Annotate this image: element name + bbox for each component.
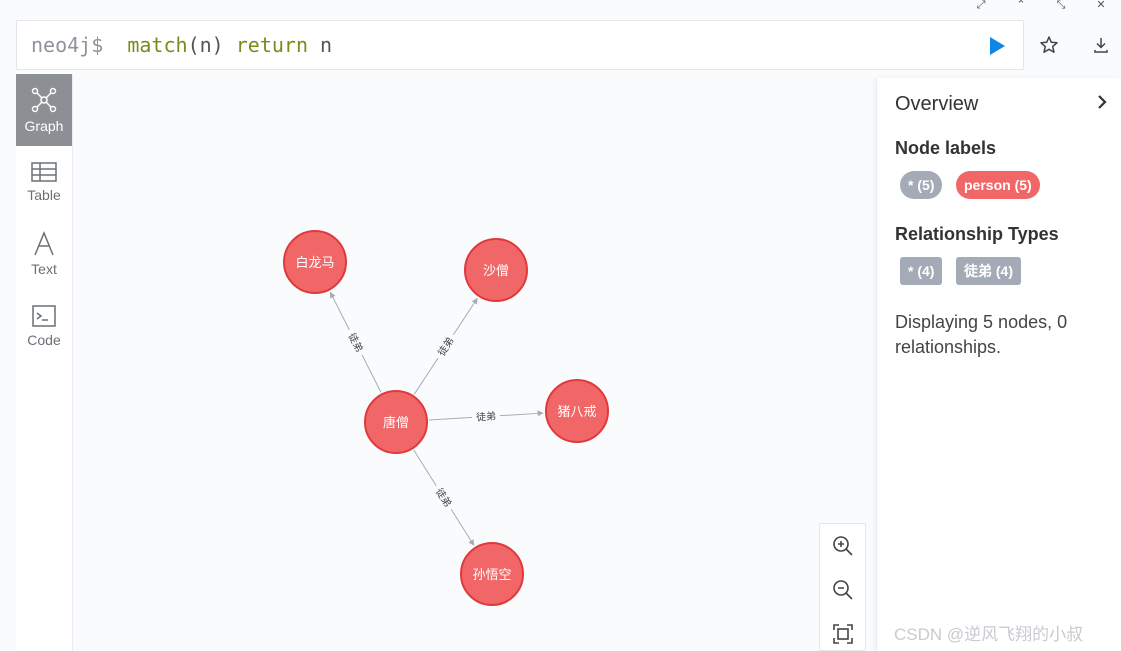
view-tab-label: Graph — [24, 118, 64, 134]
view-tab-code[interactable]: Code — [16, 290, 72, 362]
graph-node[interactable]: 沙僧 — [464, 238, 528, 302]
query-keyword-match: match — [127, 33, 188, 57]
relationship-label: 徒弟 — [435, 334, 457, 358]
node-label: 猪八戒 — [557, 405, 596, 420]
zoom-out-icon — [832, 580, 853, 600]
pin-icon[interactable]: ⤢ — [961, 0, 1001, 14]
relationship-line — [428, 416, 473, 421]
relationship-edge[interactable]: 徒弟 — [413, 297, 478, 395]
query-return-var: n — [320, 33, 333, 57]
query-pattern: (n) — [187, 33, 224, 57]
chevron-right-icon[interactable] — [1095, 93, 1109, 111]
relationship-line — [450, 509, 475, 546]
star-icon[interactable] — [1038, 34, 1060, 56]
relationship-edge[interactable]: 徒弟 — [428, 409, 544, 424]
graph-canvas[interactable]: 徒弟 徒弟徒弟徒弟 唐僧白龙马沙僧猪八戒孙悟空 — [74, 74, 874, 651]
zoom-controls — [819, 523, 866, 651]
graph-icon — [31, 87, 57, 113]
relationship-label: 徒弟 — [345, 331, 366, 355]
graph-node[interactable]: 孙悟空 — [460, 542, 524, 606]
collapse-icon[interactable]: ⌃ — [1001, 0, 1041, 14]
text-icon — [34, 231, 54, 256]
display-status-text: Displaying 5 nodes, 0 relationships. — [895, 312, 1068, 357]
relationship-line — [361, 354, 382, 393]
relationship-line — [413, 449, 437, 487]
graph-node[interactable]: 白龙马 — [283, 230, 347, 294]
node-label: 孙悟空 — [472, 568, 511, 583]
overview-panel: Overview Node labels * (5) person (5) Re… — [876, 78, 1121, 651]
graph-node[interactable]: 唐僧 — [364, 390, 428, 454]
overview-title: Overview — [895, 93, 979, 115]
close-icon[interactable]: ✕ — [1081, 0, 1121, 14]
zoom-in-icon — [832, 536, 853, 556]
run-icon[interactable] — [985, 35, 1009, 57]
view-tab-graph[interactable]: Graph — [16, 74, 72, 146]
view-tab-label: Code — [27, 332, 61, 348]
relationship-edge[interactable]: 徒弟 — [413, 449, 475, 546]
fit-to-screen-button[interactable] — [820, 612, 865, 651]
relationship-line — [453, 297, 478, 335]
result-view-sidebar: Graph Table Text Code — [16, 74, 73, 651]
download-icon[interactable] — [1090, 34, 1112, 56]
rel-type-pill-all[interactable]: * (4) — [900, 257, 943, 285]
node-label: 白龙马 — [295, 255, 334, 271]
fullscreen-icon[interactable]: ⤡ — [1041, 0, 1081, 14]
zoom-in-button[interactable] — [820, 524, 865, 568]
view-tab-table[interactable]: Table — [16, 146, 72, 218]
relationship-edge[interactable]: 徒弟 — [329, 291, 382, 393]
relationship-types-heading: Relationship Types — [895, 224, 1059, 244]
query-editor[interactable]: neo4j$ match(n) return n — [16, 20, 1024, 70]
relationship-line — [413, 357, 439, 395]
zoom-out-button[interactable] — [820, 568, 865, 612]
node-label: 沙僧 — [483, 264, 509, 279]
node-label: 唐僧 — [383, 415, 409, 431]
view-tab-label: Text — [31, 261, 57, 277]
rel-type-pill-disciple[interactable]: 徒弟 (4) — [956, 257, 1021, 285]
window-controls: ⤢ ⌃ ⤡ ✕ — [961, 0, 1121, 14]
graph-node[interactable]: 猪八戒 — [545, 379, 609, 443]
relationship-line — [329, 291, 350, 331]
table-icon — [31, 162, 57, 182]
relationship-label: 徒弟 — [433, 486, 455, 510]
node-labels-heading: Node labels — [895, 138, 997, 158]
view-tab-label: Table — [27, 187, 61, 203]
nodes-layer: 唐僧 白龙马沙僧猪八戒孙悟空 — [283, 230, 609, 606]
fit-screen-icon — [832, 624, 853, 644]
relationship-line — [499, 410, 544, 417]
relationships-layer: 徒弟 徒弟徒弟徒弟 — [329, 291, 544, 546]
view-tab-text[interactable]: Text — [16, 218, 72, 290]
editor-prompt: neo4j$ — [31, 33, 104, 57]
code-icon — [32, 305, 56, 327]
query-keyword-return: return — [235, 33, 308, 57]
node-label-pill-all[interactable]: * (5) — [900, 171, 943, 199]
watermark: CSDN @逆风飞翔的小叔 — [894, 625, 1084, 644]
neo4j-browser: ⤢ ⌃ ⤡ ✕ neo4j$ match(n) return n Graph T… — [0, 0, 1121, 651]
relationship-label: 徒弟 — [476, 409, 497, 423]
node-label-pill-person[interactable]: person (5) — [956, 171, 1040, 199]
query-text[interactable]: neo4j$ match(n) return n — [31, 33, 332, 57]
